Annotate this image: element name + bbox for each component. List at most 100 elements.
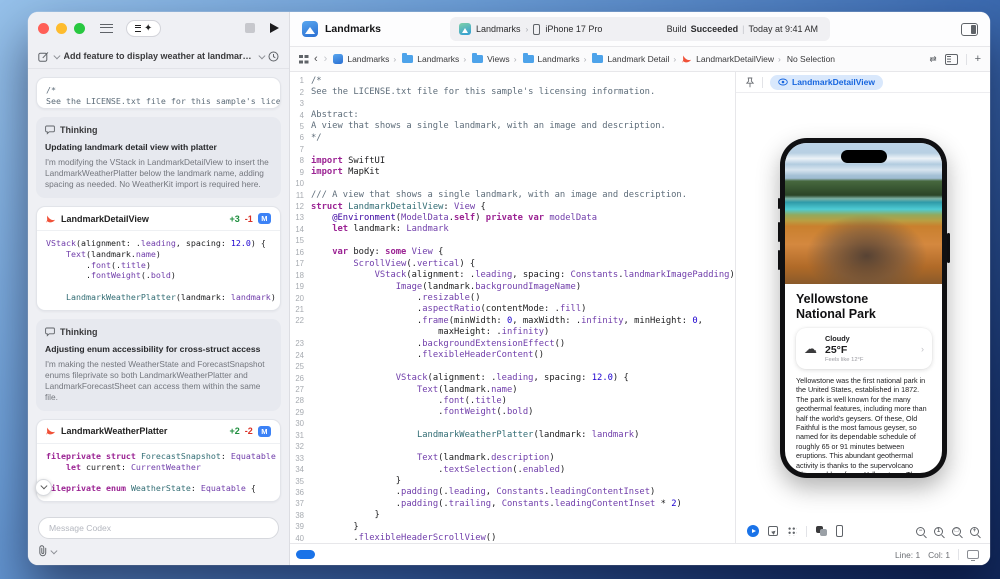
code-line[interactable]: 34 .textSelection(.enabled) (290, 464, 735, 475)
breadcrumb-group[interactable]: Views › (472, 53, 517, 64)
code-line[interactable]: 7 (290, 144, 735, 155)
code-line[interactable]: 35 } (290, 475, 735, 486)
code-line[interactable] (46, 472, 271, 483)
code-line[interactable]: 15 (290, 235, 735, 246)
editor-options-icon[interactable] (944, 53, 958, 65)
code-line[interactable]: VStack(alignment: .leading, spacing: 12.… (46, 238, 271, 249)
iphone-preview[interactable]: Yellowstone National Park ☁ Cloudy 25°F … (777, 138, 950, 478)
breadcrumb-group[interactable]: Landmark Detail › (592, 53, 676, 64)
thread-list-icon[interactable] (100, 23, 113, 33)
code-line[interactable]: 4 Abstract: (290, 109, 735, 120)
code-line[interactable]: fileprivate struct ForecastSnapshot: Equ… (46, 451, 276, 462)
display-icon[interactable] (967, 550, 979, 561)
breadcrumb-group[interactable]: Landmarks › (402, 53, 466, 64)
code-line[interactable]: 21 .aspectRatio(contentMode: .fill) (290, 304, 735, 315)
code-line[interactable]: 37 .padding(.trailing, Constants.leading… (290, 498, 735, 509)
code-line[interactable]: 16 var body: some View { (290, 247, 735, 258)
code-line[interactable]: 13 @Environment(ModelData.self) private … (290, 212, 735, 223)
code-line[interactable]: 22 .frame(minWidth: 0, maxWidth: .infini… (290, 315, 735, 326)
variants-grid-icon[interactable] (787, 526, 797, 536)
code-line[interactable]: 26 VStack(alignment: .leading, spacing: … (290, 372, 735, 383)
code-line[interactable] (46, 281, 271, 292)
code-line[interactable]: 28 .font(.title) (290, 395, 735, 406)
code-line[interactable]: 30 (290, 418, 735, 429)
code-line[interactable]: 24 .flexibleHeaderContent() (290, 350, 735, 361)
activity-view[interactable]: Landmarks › iPhone 17 Pro Build Succeede… (450, 17, 830, 41)
code-line[interactable]: 2 See the LICENSE.txt file for this sampl… (290, 86, 735, 97)
back-button[interactable]: ‹ (314, 53, 318, 65)
thread-title[interactable]: Add feature to display weather at landma… (64, 51, 254, 61)
code-editor[interactable]: 1/* 2 See the LICENSE.txt file for this sa… (290, 72, 735, 543)
breadcrumb-group[interactable]: Landmarks › (522, 53, 586, 64)
live-preview-button[interactable] (747, 525, 759, 537)
code-line[interactable]: 36 .padding(.leading, Constants.leadingC… (290, 487, 735, 498)
code-line[interactable]: 11/// A view that shows a single landmar… (290, 189, 735, 200)
compose-icon[interactable] (38, 51, 49, 62)
codex-sparkle-button[interactable]: ✦ (126, 19, 162, 37)
code-line[interactable]: 14 let landmark: Landmark (290, 224, 735, 235)
chevron-down-icon[interactable] (50, 547, 58, 554)
code-line[interactable]: See the LICENSE.txt file for this sample… (46, 96, 280, 107)
code-line[interactable]: 33 Text(landmark.description) (290, 452, 735, 463)
code-line[interactable]: 19 Image(landmark.backgroundImageName) (290, 281, 735, 292)
inspector-toggle-icon[interactable] (961, 22, 978, 36)
code-line[interactable]: 1/* (290, 75, 735, 86)
code-line[interactable]: 10 (290, 178, 735, 189)
code-line[interactable]: 9 import MapKit (290, 167, 735, 178)
zoom-in-icon[interactable]: + (970, 526, 979, 536)
code-line[interactable]: maxHeight: .infinity) (290, 327, 735, 338)
zoom-window-button[interactable] (74, 22, 85, 34)
code-line[interactable]: 6 */ (290, 132, 735, 143)
code-line[interactable]: 3 (290, 98, 735, 109)
history-clock-icon[interactable] (268, 51, 279, 62)
code-line[interactable]: 20 .resizable() (290, 292, 735, 303)
add-editor-button[interactable]: + (975, 53, 981, 65)
preview-target-pill[interactable]: LandmarkDetailView (770, 74, 883, 90)
code-line[interactable]: 29 .fontWeight(.bold) (290, 407, 735, 418)
code-line[interactable]: 17 ScrollView(.vertical) { (290, 258, 735, 269)
swap-editors-icon[interactable]: ⇄ (929, 54, 936, 65)
weather-platter[interactable]: ☁ Cloudy 25°F Feels like 12°F › (796, 328, 932, 369)
color-scheme-icon[interactable] (816, 526, 827, 536)
run-button[interactable] (270, 23, 279, 33)
chevron-down-icon[interactable] (53, 52, 61, 59)
code-line[interactable]: let current: CurrentWeather (46, 462, 271, 473)
code-line[interactable]: 40 .flexibleHeaderScrollView() (290, 533, 735, 543)
device-settings-icon[interactable] (836, 525, 843, 537)
code-line[interactable]: .font(.title) (46, 260, 271, 271)
diff-card-landmarkweatherplatter[interactable]: LandmarkWeatherPlatter +2 -2 M filepriva… (35, 418, 281, 502)
code-line[interactable]: 23 .backgroundExtensionEffect() (290, 338, 735, 349)
forward-button[interactable]: › (324, 53, 328, 65)
code-line[interactable]: 31 LandmarkWeatherPlatter(landmark: land… (290, 430, 735, 441)
scheme-selector[interactable]: Landmarks › iPhone 17 Pro (450, 23, 611, 35)
code-line[interactable]: 8 import SwiftUI (290, 155, 735, 166)
code-line[interactable]: LandmarkWeatherPlatter(landmark: landmar… (46, 292, 276, 303)
code-line[interactable]: 5A view that shows a single landmark, wi… (290, 121, 735, 132)
close-window-button[interactable] (38, 22, 49, 34)
diff-card-landmarkdetailview[interactable]: LandmarkDetailView +3 -1 M VStack(alignm… (36, 206, 281, 311)
zoom-100-icon[interactable]: 1 (934, 526, 943, 536)
chevron-down-icon[interactable] (258, 52, 265, 59)
breadcrumb-file[interactable]: LandmarkDetailView › (682, 54, 781, 64)
related-items-icon[interactable] (299, 54, 308, 64)
code-line[interactable]: 12 struct LandmarkDetailView: View { (290, 201, 735, 212)
selectable-mode-icon[interactable] (768, 526, 778, 536)
code-line[interactable]: 39 } (290, 521, 735, 532)
code-line[interactable]: 38 } (290, 510, 735, 521)
minimize-window-button[interactable] (56, 22, 67, 34)
message-input[interactable] (38, 517, 279, 539)
code-line[interactable]: Text(landmark.name) (46, 249, 271, 260)
scroll-to-bottom-button[interactable] (35, 479, 52, 496)
code-line[interactable]: 18 VStack(alignment: .leading, spacing: … (290, 269, 735, 280)
code-line[interactable]: fileprivate enum WeatherState: Equatable… (46, 483, 271, 494)
stop-button[interactable] (245, 23, 255, 33)
assistant-messages[interactable]: /* See the LICENSE.txt file for this samp… (28, 69, 289, 510)
zoom-out-icon[interactable]: − (916, 526, 925, 536)
code-line[interactable]: .fontWeight(.bold) (46, 270, 271, 281)
zoom-fit-icon[interactable]: □ (952, 526, 961, 536)
pin-icon[interactable] (745, 77, 755, 88)
code-line[interactable]: /* (46, 85, 271, 96)
breadcrumb-project[interactable]: Landmarks › (333, 54, 396, 64)
breadcrumb-selection[interactable]: No Selection (787, 54, 835, 64)
code-line[interactable]: 32 (290, 441, 735, 452)
